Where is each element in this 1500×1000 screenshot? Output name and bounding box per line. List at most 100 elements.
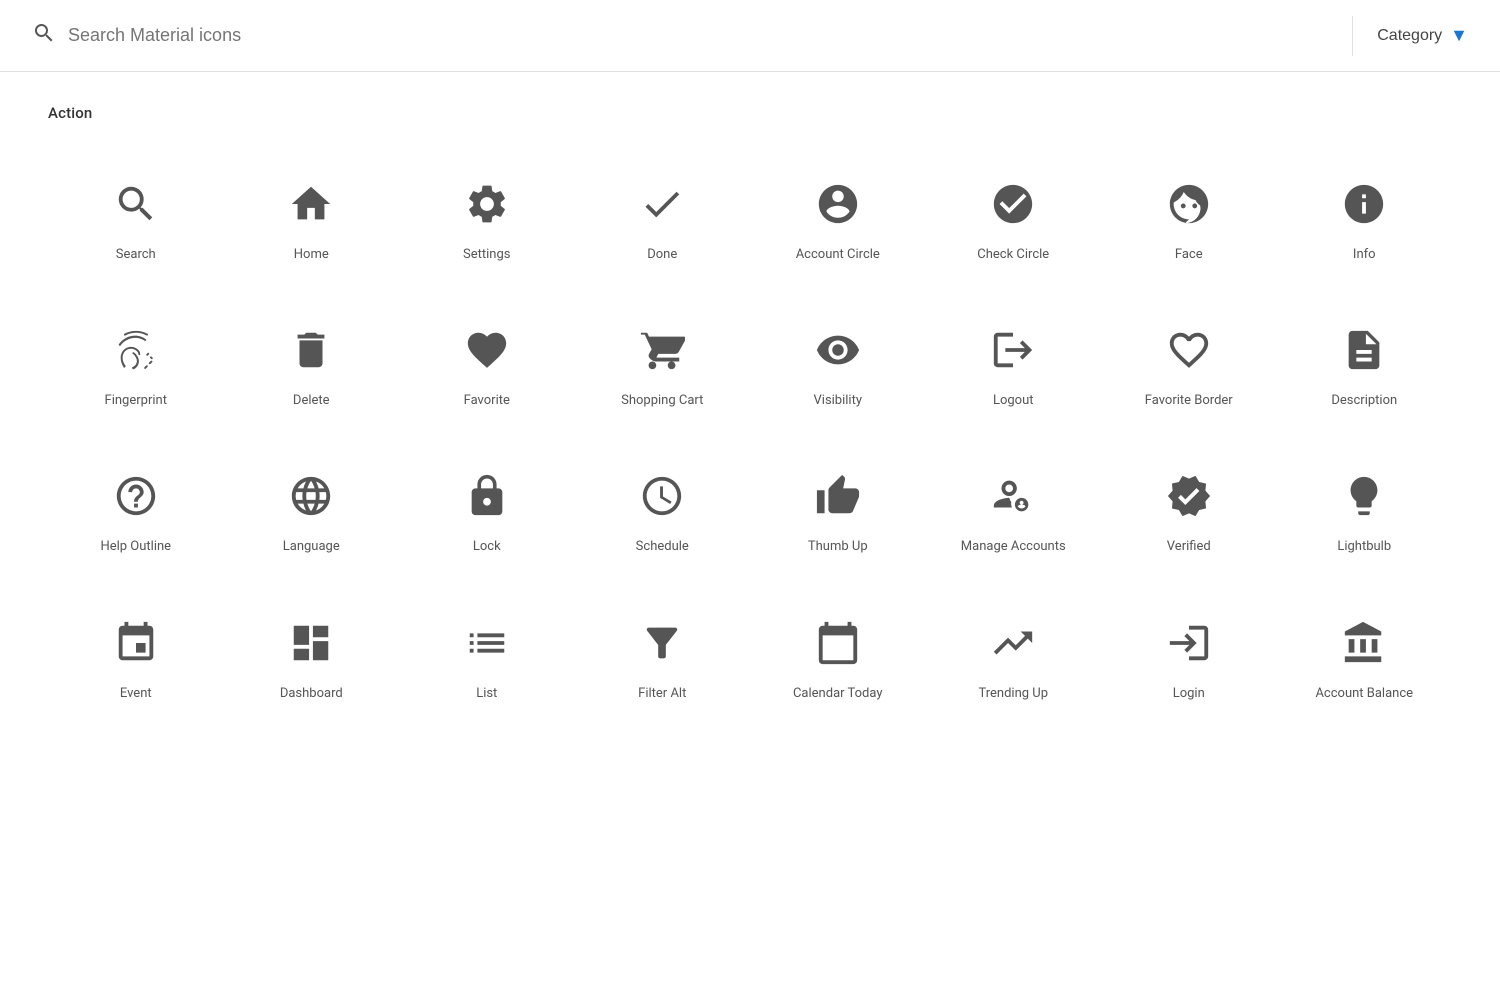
favorite-border-icon xyxy=(1159,320,1219,380)
event-icon xyxy=(106,613,166,673)
icon-label-favorite-border: Favorite Border xyxy=(1145,392,1233,410)
manage-accounts-icon xyxy=(983,466,1043,526)
delete-icon xyxy=(281,320,341,380)
icon-item-thumb-up[interactable]: Thumb Up xyxy=(750,446,926,572)
icon-label-account-circle: Account Circle xyxy=(796,246,880,264)
icon-label-face: Face xyxy=(1175,246,1203,264)
icon-label-thumb-up: Thumb Up xyxy=(808,538,868,556)
icon-item-calendar-today[interactable]: Calendar Today xyxy=(750,593,926,719)
lightbulb-icon xyxy=(1334,466,1394,526)
icon-label-check-circle: Check Circle xyxy=(977,246,1049,264)
icon-item-lightbulb[interactable]: Lightbulb xyxy=(1277,446,1453,572)
icon-item-account-balance[interactable]: Account Balance xyxy=(1277,593,1453,719)
lock-icon xyxy=(457,466,517,526)
icon-item-login[interactable]: Login xyxy=(1101,593,1277,719)
face-icon xyxy=(1159,174,1219,234)
chevron-down-icon: ▼ xyxy=(1450,25,1468,46)
icon-label-verified: Verified xyxy=(1167,538,1211,556)
icon-label-home: Home xyxy=(294,246,329,264)
icon-item-logout[interactable]: Logout xyxy=(926,300,1102,426)
info-icon xyxy=(1334,174,1394,234)
icon-item-fingerprint[interactable]: Fingerprint xyxy=(48,300,224,426)
icon-item-schedule[interactable]: Schedule xyxy=(575,446,751,572)
category-label: Category xyxy=(1377,27,1442,45)
search-input[interactable] xyxy=(68,25,1328,46)
description-icon xyxy=(1334,320,1394,380)
header: Category ▼ xyxy=(0,0,1500,72)
icon-item-description[interactable]: Description xyxy=(1277,300,1453,426)
icon-item-trending-up[interactable]: Trending Up xyxy=(926,593,1102,719)
icon-label-manage-accounts: Manage Accounts xyxy=(961,538,1066,556)
icon-item-search[interactable]: Search xyxy=(48,154,224,280)
icon-item-event[interactable]: Event xyxy=(48,593,224,719)
account-balance-icon xyxy=(1334,613,1394,673)
dashboard-icon xyxy=(281,613,341,673)
icon-item-language[interactable]: Language xyxy=(224,446,400,572)
main-content: Action Search Home Settings Done xyxy=(0,72,1500,751)
icon-item-favorite-border[interactable]: Favorite Border xyxy=(1101,300,1277,426)
thumb-up-icon xyxy=(808,466,868,526)
account-circle-icon xyxy=(808,174,868,234)
icon-label-schedule: Schedule xyxy=(636,538,689,556)
verified-icon xyxy=(1159,466,1219,526)
visibility-icon xyxy=(808,320,868,380)
icon-item-home[interactable]: Home xyxy=(224,154,400,280)
login-icon xyxy=(1159,613,1219,673)
logout-icon xyxy=(983,320,1043,380)
icon-label-filter-alt: Filter Alt xyxy=(638,685,686,703)
icon-label-search: Search xyxy=(116,246,156,264)
icon-item-info[interactable]: Info xyxy=(1277,154,1453,280)
header-divider xyxy=(1352,16,1353,56)
icon-item-done[interactable]: Done xyxy=(575,154,751,280)
icon-item-manage-accounts[interactable]: Manage Accounts xyxy=(926,446,1102,572)
icon-label-description: Description xyxy=(1331,392,1397,410)
icon-label-event: Event xyxy=(120,685,152,703)
icon-label-info: Info xyxy=(1353,246,1376,264)
icon-label-delete: Delete xyxy=(293,392,330,410)
icon-item-shopping-cart[interactable]: Shopping Cart xyxy=(575,300,751,426)
filter-alt-icon xyxy=(632,613,692,673)
search-icon-header xyxy=(32,21,56,51)
icon-item-filter-alt[interactable]: Filter Alt xyxy=(575,593,751,719)
fingerprint-icon xyxy=(106,320,166,380)
icon-item-face[interactable]: Face xyxy=(1101,154,1277,280)
icon-item-account-circle[interactable]: Account Circle xyxy=(750,154,926,280)
icon-item-settings[interactable]: Settings xyxy=(399,154,575,280)
category-button[interactable]: Category ▼ xyxy=(1377,25,1468,46)
icon-item-check-circle[interactable]: Check Circle xyxy=(926,154,1102,280)
icon-label-language: Language xyxy=(283,538,340,556)
icon-item-favorite[interactable]: Favorite xyxy=(399,300,575,426)
icon-item-delete[interactable]: Delete xyxy=(224,300,400,426)
icon-label-login: Login xyxy=(1173,685,1205,703)
icon-item-verified[interactable]: Verified xyxy=(1101,446,1277,572)
icon-label-trending-up: Trending Up xyxy=(978,685,1048,703)
search-icon xyxy=(106,174,166,234)
icon-label-settings: Settings xyxy=(463,246,510,264)
settings-icon xyxy=(457,174,517,234)
icon-label-lightbulb: Lightbulb xyxy=(1337,538,1391,556)
icon-label-visibility: Visibility xyxy=(814,392,863,410)
done-icon xyxy=(632,174,692,234)
icon-label-shopping-cart: Shopping Cart xyxy=(621,392,703,410)
icon-label-fingerprint: Fingerprint xyxy=(105,392,167,410)
calendar-today-icon xyxy=(808,613,868,673)
check-circle-icon xyxy=(983,174,1043,234)
icon-label-account-balance: Account Balance xyxy=(1315,685,1413,703)
section-title: Action xyxy=(48,104,1452,122)
search-bar xyxy=(32,21,1328,51)
icon-item-visibility[interactable]: Visibility xyxy=(750,300,926,426)
icon-item-help-outline[interactable]: Help Outline xyxy=(48,446,224,572)
home-icon xyxy=(281,174,341,234)
trending-up-icon xyxy=(983,613,1043,673)
schedule-icon xyxy=(632,466,692,526)
icon-item-lock[interactable]: Lock xyxy=(399,446,575,572)
language-icon xyxy=(281,466,341,526)
icon-item-dashboard[interactable]: Dashboard xyxy=(224,593,400,719)
icon-label-lock: Lock xyxy=(473,538,501,556)
icon-item-list[interactable]: List xyxy=(399,593,575,719)
shopping-cart-icon xyxy=(632,320,692,380)
icon-label-logout: Logout xyxy=(993,392,1034,410)
icon-label-list: List xyxy=(476,685,497,703)
icon-label-favorite: Favorite xyxy=(464,392,510,410)
help-outline-icon xyxy=(106,466,166,526)
